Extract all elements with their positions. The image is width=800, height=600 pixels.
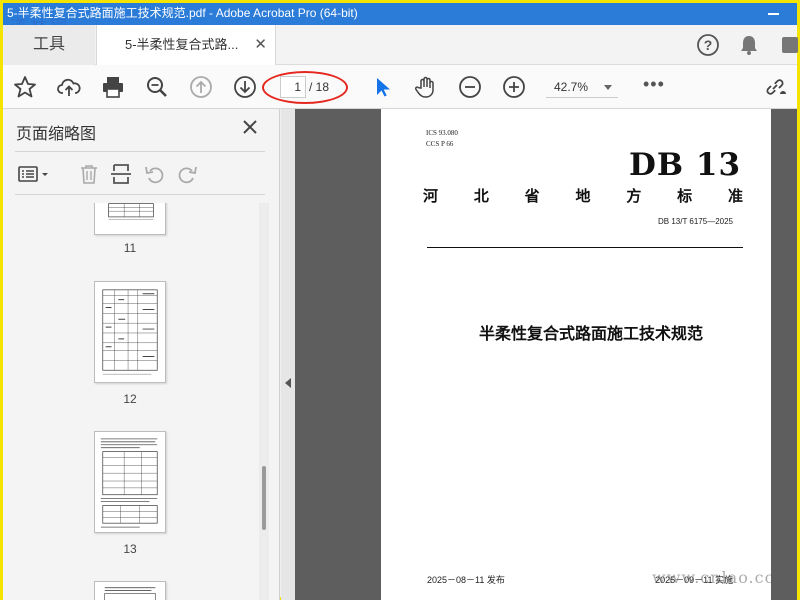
bookmark-star-icon[interactable] [12, 74, 38, 100]
help-icon[interactable]: ? [696, 33, 720, 57]
thumbnail-scrollbar[interactable] [259, 203, 269, 600]
pdf-page: ICS 93.080 CCS P 66 DB 13 河 北 省 地 方 标 准 … [381, 109, 771, 600]
svg-text:?: ? [704, 37, 713, 53]
thumbnail-page[interactable] [94, 281, 166, 383]
zoom-in-icon[interactable] [501, 74, 527, 100]
panel-title: 页面缩略图 [16, 126, 97, 143]
thumbnail-page[interactable] [94, 431, 166, 533]
ccs-line: CCS P 66 [426, 140, 454, 148]
thumbnail-label: 11 [123, 241, 137, 255]
rotate-right-icon[interactable] [175, 162, 199, 186]
province-char: 标 [677, 188, 693, 205]
thumbnail-options-icon[interactable] [17, 162, 53, 186]
thumbnail-page[interactable] [94, 203, 166, 235]
close-tab-icon[interactable]: ✕ [254, 25, 267, 65]
next-page-icon[interactable] [232, 74, 258, 100]
province-char: 河 [423, 188, 439, 205]
header-divider [427, 247, 743, 248]
province-char: 地 [575, 188, 591, 205]
watermark-bottom: www.cnlao.co [652, 568, 776, 587]
province-char: 省 [524, 188, 540, 205]
zoom-level-select[interactable]: 42.7% [546, 76, 618, 98]
print-icon[interactable] [100, 74, 126, 100]
highlight-circle [262, 71, 348, 104]
tab-document[interactable]: 5-半柔性复合式路... ✕ [96, 25, 276, 65]
bell-icon[interactable] [737, 33, 761, 57]
rotate-left-icon[interactable] [143, 162, 167, 186]
select-cursor-icon[interactable] [369, 74, 395, 100]
standard-number: DB 13/T 6175—2025 [657, 217, 733, 226]
province-standard-line: 河 北 省 地 方 标 准 [423, 185, 743, 206]
province-char: 北 [473, 188, 489, 205]
ics-line: ICS 93.080 [426, 129, 458, 137]
window-titlebar: 5-半柔性复合式路面施工技术规范.pdf - Adobe Acrobat Pro… [3, 3, 797, 25]
document-view[interactable]: ICS 93.080 CCS P 66 DB 13 河 北 省 地 方 标 准 … [281, 109, 797, 600]
zoom-search-icon[interactable] [144, 74, 170, 100]
page-thumbnails-panel: 页面缩略图 11 12 13 [3, 109, 280, 600]
chevron-left-icon [285, 378, 291, 388]
thumbnail-list: 11 12 13 [15, 203, 255, 600]
tab-document-label: 5-半柔性复合式路... [125, 37, 239, 52]
tab-bar: 工具 5-半柔性复合式路... ✕ ? [3, 25, 800, 65]
publish-date: 2025－08－11 发布 [427, 575, 505, 585]
more-tools-button[interactable]: ••• [643, 74, 665, 95]
previous-page-icon[interactable] [188, 74, 214, 100]
share-link-icon[interactable] [762, 74, 788, 100]
zoom-level-value: 42.7% [554, 80, 589, 94]
chevron-down-icon [604, 85, 612, 90]
ics-code: ICS 93.080 CCS P 66 [426, 128, 458, 150]
scrollbar-thumb[interactable] [262, 466, 266, 530]
thumbnail-page[interactable] [94, 581, 166, 600]
document-title: 半柔性复合式路面施工技术规范 [478, 326, 703, 343]
main-toolbar: 1 / 18 42.7% ••• [3, 65, 797, 109]
db-logo: DB 13 [629, 147, 742, 183]
province-char: 准 [727, 188, 743, 205]
thumbnail-toolbar [15, 151, 265, 195]
extract-page-icon[interactable] [109, 162, 133, 186]
hand-tool-icon[interactable] [413, 74, 439, 100]
minimize-button[interactable] [767, 3, 781, 23]
tab-tools[interactable]: 工具 [3, 25, 95, 65]
cloud-upload-icon[interactable] [56, 74, 82, 100]
zoom-out-icon[interactable] [457, 74, 483, 100]
delete-page-icon[interactable] [77, 162, 101, 186]
province-char: 方 [626, 188, 642, 205]
collapse-panel-handle[interactable] [281, 109, 295, 600]
thumbnail-label: 13 [123, 542, 137, 556]
thumbnail-label: 12 [123, 392, 137, 406]
account-icon[interactable] [777, 33, 800, 57]
close-panel-icon[interactable] [240, 117, 260, 137]
